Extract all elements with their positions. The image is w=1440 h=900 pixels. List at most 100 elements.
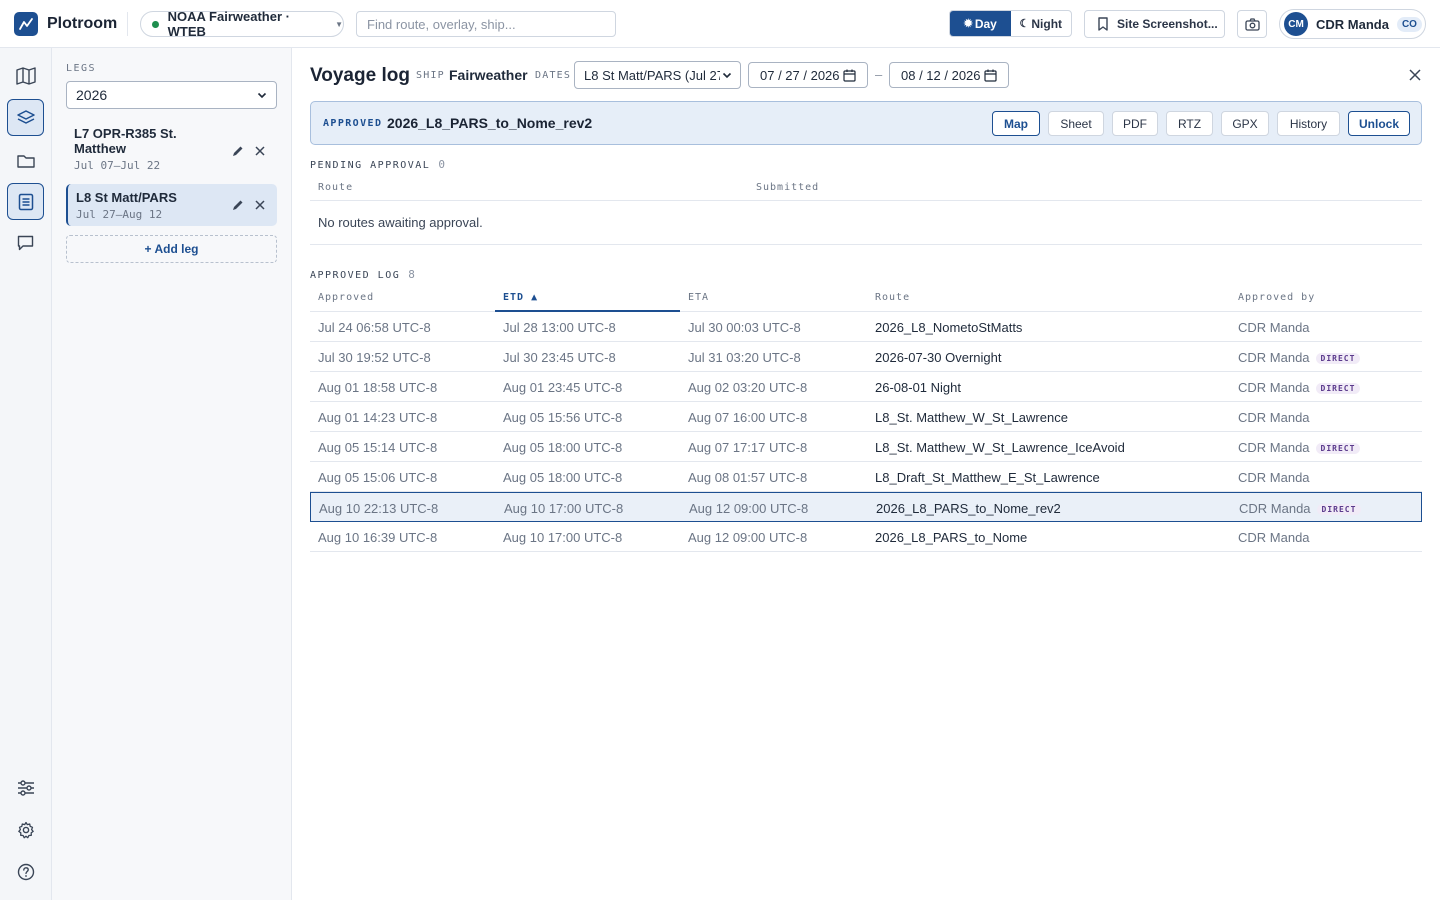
camera-button[interactable] [1237, 10, 1267, 38]
col-approved-by[interactable]: Approved by [1238, 292, 1315, 303]
cell-eta: Aug 12 09:00 UTC-8 [688, 530, 807, 545]
leg-item-selected[interactable]: L8 St Matt/PARS Jul 27–Aug 12 [66, 184, 277, 226]
rail-settings-button[interactable] [7, 811, 44, 848]
cell-route-text: 2026-07-30 Overnight [875, 350, 1002, 365]
pending-col-route[interactable]: Route [318, 182, 353, 193]
rail-log-button[interactable] [7, 183, 44, 220]
cell-eta-text: Aug 07 17:17 UTC-8 [688, 440, 808, 455]
pencil-icon[interactable] [231, 144, 245, 158]
leg-select-value: L8 St Matt/PARS (Jul 27 [584, 67, 724, 83]
cell-approved-text: Aug 05 15:06 UTC-8 [318, 470, 438, 485]
cell-approved: Aug 10 22:13 UTC-8 [319, 501, 438, 516]
history-button[interactable]: History [1277, 111, 1340, 136]
close-icon[interactable] [253, 198, 267, 212]
day-mode-button[interactable]: ✹ Day [950, 11, 1011, 36]
rail-chat-button[interactable] [7, 224, 44, 261]
sun-icon: ✹ [963, 18, 973, 30]
close-icon[interactable] [253, 144, 267, 158]
map-icon [15, 66, 36, 85]
moon-icon: ☾ [1019, 18, 1030, 30]
add-leg-button[interactable]: + Add leg [66, 235, 277, 263]
cell-eta-text: Jul 30 00:03 UTC-8 [688, 320, 801, 335]
brand[interactable]: Plotroom [0, 11, 128, 36]
ship-selector[interactable]: NOAA Fairweather · WTEB ▼ [140, 9, 344, 39]
cell-etd: Aug 05 18:00 UTC-8 [503, 470, 622, 485]
date-to-value: 08 / 12 / 2026 [901, 67, 981, 83]
leg-select[interactable]: L8 St Matt/PARS (Jul 27 [574, 61, 741, 89]
map-button[interactable]: Map [992, 111, 1040, 136]
cell-route: 2026_L8_NometoStMatts [875, 320, 1022, 335]
approved-route-banner: APPROVED 2026_L8_PARS_to_Nome_rev2 Map S… [310, 101, 1422, 145]
ship-selector-label: NOAA Fairweather · WTEB [167, 9, 290, 39]
approved-log-label: APPROVED LOG [310, 270, 401, 281]
cell-route-text: 26-08-01 Night [875, 380, 961, 395]
cell-approved-by-text: CDR Manda [1238, 380, 1310, 395]
table-row[interactable]: Aug 01 18:58 UTC-8 Aug 01 23:45 UTC-8 Aug … [310, 372, 1422, 402]
rail-layers-button[interactable] [7, 99, 44, 136]
col-eta[interactable]: ETA [688, 292, 709, 303]
cell-eta-text: Jul 31 03:20 UTC-8 [688, 350, 801, 365]
col-route[interactable]: Route [875, 292, 910, 303]
cell-eta: Aug 07 16:00 UTC-8 [688, 410, 807, 425]
gear-icon [17, 821, 34, 838]
pencil-icon[interactable] [231, 198, 245, 212]
cell-route: 2026-07-30 Overnight [875, 350, 1001, 365]
rail-help-button[interactable] [7, 853, 44, 890]
leg-item[interactable]: L7 OPR-R385 St. Matthew Jul 07–Jul 22 [66, 120, 277, 174]
search-input[interactable] [356, 11, 616, 37]
table-row[interactable]: Jul 24 06:58 UTC-8 Jul 28 13:00 UTC-8 Jul … [310, 312, 1422, 342]
col-etd[interactable]: ETD ▲ [503, 292, 538, 303]
cell-eta: Aug 07 17:17 UTC-8 [688, 440, 807, 455]
day-night-toggle: ✹ Day ☾ Night [949, 10, 1072, 37]
cell-approved: Aug 01 14:23 UTC-8 [318, 410, 437, 425]
voyage-log-main: Voyage log SHIP Fairweather DATES L8 St … [292, 48, 1440, 900]
cell-approved: Aug 05 15:14 UTC-8 [318, 440, 437, 455]
leg-name: L7 OPR-R385 St. Matthew [74, 126, 177, 156]
night-mode-button[interactable]: ☾ Night [1011, 11, 1072, 36]
date-separator: – [875, 67, 883, 82]
cell-etd-text: Aug 10 17:00 UTC-8 [503, 530, 623, 545]
table-row[interactable]: Aug 10 16:39 UTC-8 Aug 10 17:00 UTC-8 Aug … [310, 522, 1422, 552]
chevron-down-icon [257, 92, 267, 99]
cell-approved-text: Jul 30 19:52 UTC-8 [318, 350, 431, 365]
calendar-icon[interactable] [984, 69, 997, 82]
rail-filters-button[interactable] [7, 769, 44, 806]
cell-approved-by: CDR Manda DIRECT [1238, 440, 1361, 455]
cell-etd: Aug 10 17:00 UTC-8 [504, 501, 623, 516]
site-screenshot-button[interactable]: Site Screenshot... [1084, 10, 1225, 38]
table-row[interactable]: Aug 05 15:14 UTC-8 Aug 05 18:00 UTC-8 Aug … [310, 432, 1422, 462]
cell-etd: Aug 10 17:00 UTC-8 [503, 530, 622, 545]
gpx-button[interactable]: GPX [1221, 111, 1269, 136]
user-menu[interactable]: CM CDR Manda CO [1279, 9, 1426, 39]
cell-approved-by: CDR Manda [1238, 410, 1310, 425]
table-row-selected[interactable]: Aug 10 22:13 UTC-8 Aug 10 17:00 UTC-8 Aug … [310, 492, 1422, 522]
sheet-button[interactable]: Sheet [1048, 111, 1104, 136]
bookmark-icon [1098, 17, 1108, 31]
date-from-input[interactable]: 07 / 27 / 2026 [748, 62, 868, 88]
calendar-icon[interactable] [843, 69, 856, 82]
site-screenshot-label: Site Screenshot... [1117, 17, 1218, 31]
table-row[interactable]: Aug 05 15:06 UTC-8 Aug 05 18:00 UTC-8 Aug … [310, 462, 1422, 492]
rail-folder-button[interactable] [7, 142, 44, 179]
col-approved[interactable]: Approved [318, 292, 374, 303]
cell-approved: Jul 24 06:58 UTC-8 [318, 320, 431, 335]
camera-icon [1244, 17, 1260, 31]
pending-col-submitted[interactable]: Submitted [756, 182, 819, 193]
direct-badge: DIRECT [1315, 383, 1361, 394]
cell-approved: Jul 30 19:52 UTC-8 [318, 350, 431, 365]
rail-map-button[interactable] [7, 57, 44, 94]
year-select[interactable]: 2026 [66, 81, 277, 109]
role-badge: CO [1396, 16, 1422, 32]
user-name: CDR Manda [1316, 16, 1389, 32]
pdf-button[interactable]: PDF [1112, 111, 1158, 136]
cell-etd-text: Aug 05 18:00 UTC-8 [503, 470, 623, 485]
cell-etd-text: Aug 05 15:56 UTC-8 [503, 410, 623, 425]
avatar: CM [1284, 12, 1308, 36]
date-to-input[interactable]: 08 / 12 / 2026 [889, 62, 1009, 88]
close-icon[interactable] [1408, 68, 1422, 82]
unlock-button[interactable]: Unlock [1348, 111, 1410, 136]
cell-approved-by-text: CDR Manda [1238, 410, 1310, 425]
table-row[interactable]: Aug 01 14:23 UTC-8 Aug 05 15:56 UTC-8 Aug … [310, 402, 1422, 432]
rtz-button[interactable]: RTZ [1166, 111, 1213, 136]
table-row[interactable]: Jul 30 19:52 UTC-8 Jul 30 23:45 UTC-8 Jul … [310, 342, 1422, 372]
